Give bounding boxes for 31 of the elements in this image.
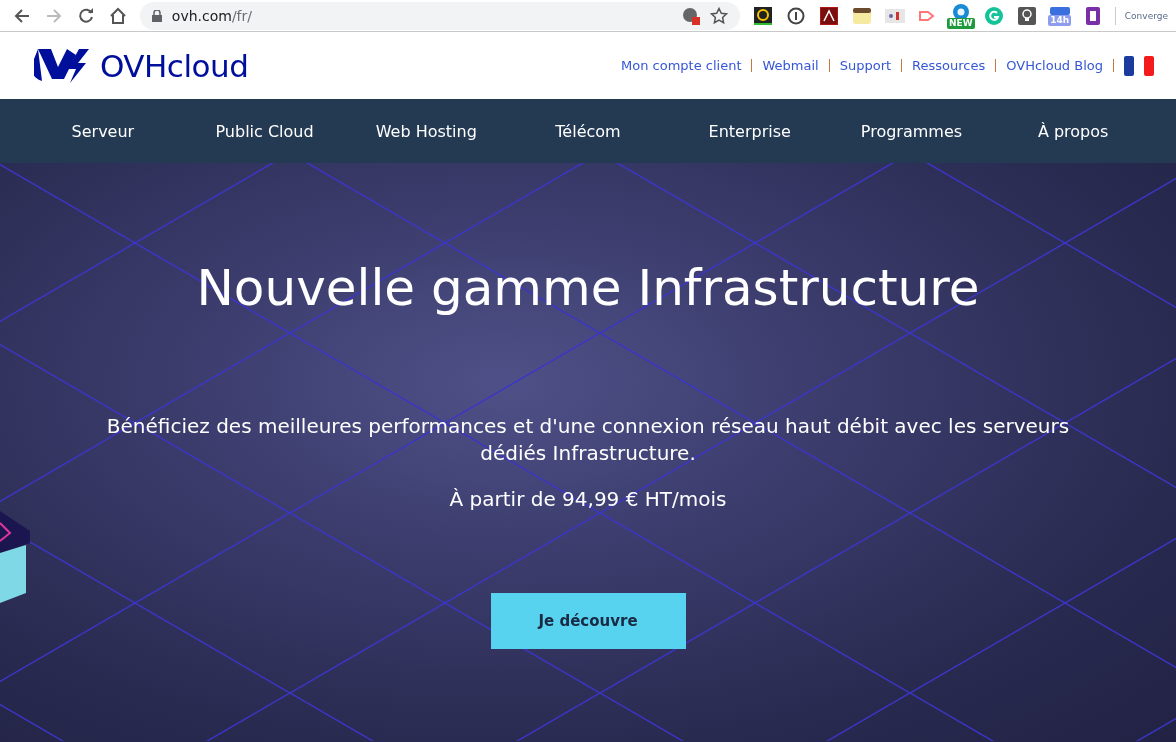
header-link[interactable]: Webmail: [762, 58, 819, 73]
eye-icon[interactable]: [950, 2, 971, 18]
nav-item[interactable]: Enterprise: [708, 121, 791, 141]
nav-item[interactable]: Public Cloud: [215, 121, 314, 141]
price-text: À partir de 94,99 € HT/mois: [449, 487, 727, 511]
new-badge: NEW: [947, 17, 975, 29]
nav-item[interactable]: Programmes: [860, 121, 963, 141]
calendar-icon[interactable]: [1049, 5, 1070, 15]
address-bar[interactable]: ovh.com/fr/: [139, 1, 740, 30]
nav-item[interactable]: Web Hosting: [375, 121, 477, 141]
back-icon[interactable]: [12, 6, 31, 25]
home-icon[interactable]: [108, 6, 127, 25]
discover-button[interactable]: Je découvre: [490, 593, 686, 649]
extension-label[interactable]: Converge: [1124, 10, 1168, 21]
header-link[interactable]: Mon compte client: [621, 58, 742, 73]
header-link[interactable]: OVHcloud Blog: [1006, 58, 1103, 73]
timer-badge: 14h: [1048, 15, 1072, 26]
header-link[interactable]: Support: [839, 58, 892, 73]
nav-item[interactable]: À propos: [1037, 121, 1109, 141]
logo-text: OVHcloud: [100, 47, 249, 84]
hero-title: Nouvelle gamme Infrastructure: [196, 259, 980, 317]
star-icon[interactable]: [709, 6, 728, 25]
nav-item[interactable]: Télécom: [555, 121, 621, 141]
cookie-blocked-icon[interactable]: [681, 6, 700, 25]
nav-item[interactable]: Serveur: [71, 121, 135, 141]
lock-icon: [151, 9, 162, 22]
reload-icon[interactable]: [76, 6, 95, 25]
url-text: ovh.com/fr/: [171, 7, 252, 24]
flag-icon[interactable]: [1124, 55, 1154, 76]
hero-subtitle: Bénéficiez des meilleures performances et d'une connexion réseau haut débit avec les serveurs dédiés Infrastructure.: [105, 413, 1071, 467]
header-link[interactable]: Ressources: [912, 58, 986, 73]
